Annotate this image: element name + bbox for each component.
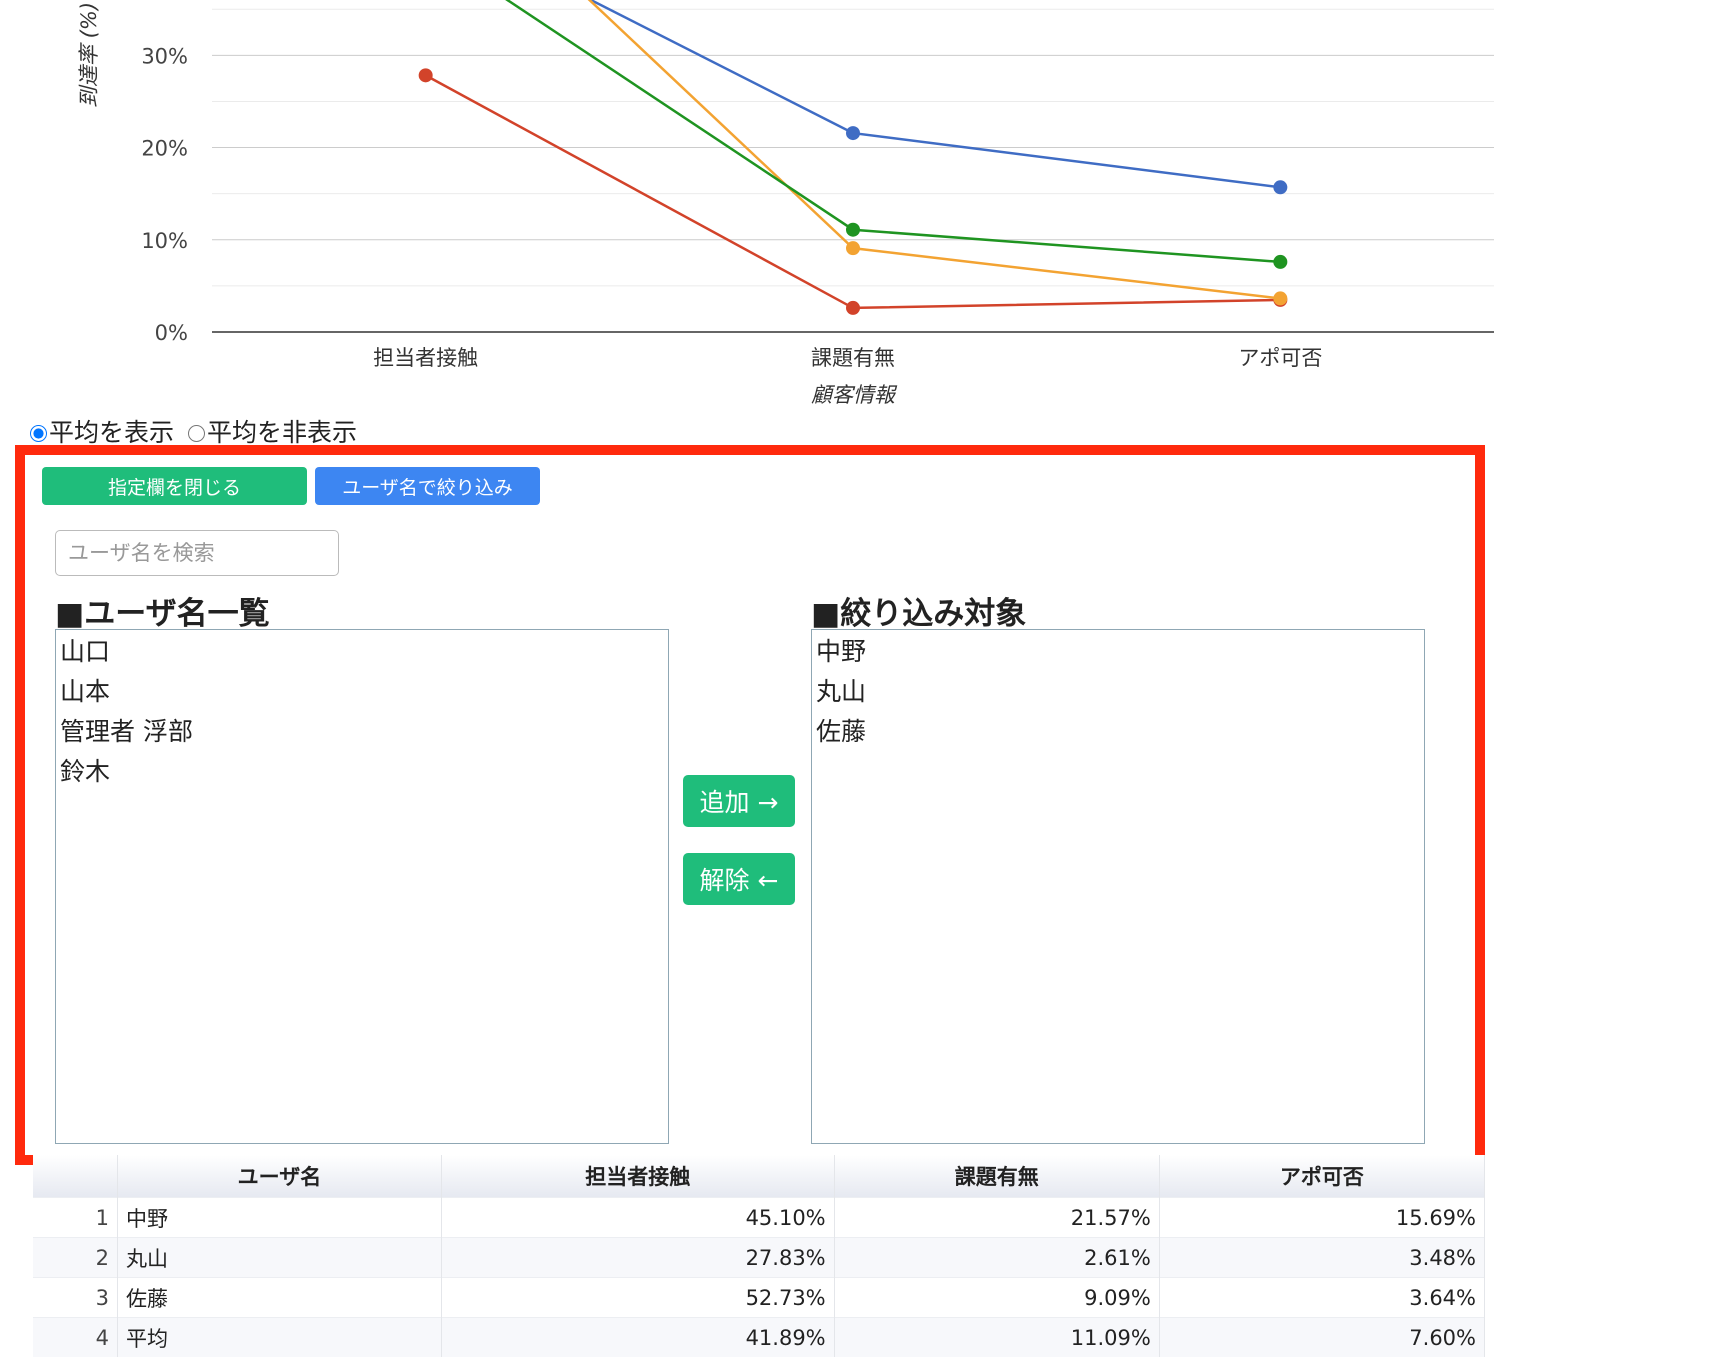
table-cell: 52.73%	[441, 1278, 834, 1318]
y-tick-label: 20%	[141, 137, 188, 161]
y-tick-label: 10%	[141, 229, 188, 253]
data-point	[846, 301, 860, 315]
table-cell: 41.89%	[441, 1318, 834, 1357]
y-tick-label: 0%	[155, 321, 188, 345]
series-line	[426, 0, 1281, 187]
user-search-input[interactable]	[55, 530, 339, 576]
list-item[interactable]: 山口	[60, 632, 664, 672]
data-point	[1273, 291, 1287, 305]
table-cell: 45.10%	[441, 1198, 834, 1238]
line-chart: 0% 10% 20% 30% 担当者接触 課題有無 アポ可否顧客情報 到達率 (%)	[0, 0, 1727, 420]
y-tick-label: 30%	[141, 44, 188, 68]
table-cell: 丸山	[118, 1238, 442, 1278]
y-axis-title: 到達率 (%)	[77, 2, 101, 108]
close-panel-button[interactable]: 指定欄を閉じる	[42, 467, 307, 505]
table-cell: 中野	[118, 1198, 442, 1238]
x-tick-label: 担当者接触	[373, 346, 478, 370]
show-average-radio[interactable]	[30, 425, 47, 442]
table-row: 4平均41.89%11.09%7.60%	[33, 1318, 1485, 1357]
column-header: アポ可否	[1159, 1155, 1484, 1198]
column-header	[33, 1155, 118, 1198]
list-item[interactable]: 管理者 浮部	[60, 712, 664, 752]
x-tick-label: アポ可否	[1238, 346, 1322, 370]
table-cell: 11.09%	[834, 1318, 1159, 1357]
filter-by-user-button[interactable]: ユーザ名で絞り込み	[315, 467, 540, 505]
table-row: 1中野45.10%21.57%15.69%	[33, 1198, 1485, 1238]
user-filter-panel: 指定欄を閉じる ユーザ名で絞り込み ■ユーザ名一覧 山口山本管理者 浮部鈴木 追…	[15, 445, 1485, 1165]
data-point	[846, 241, 860, 255]
target-list-title: ■絞り込み対象	[811, 588, 1026, 633]
table-cell: 27.83%	[441, 1238, 834, 1278]
table-cell: 3.64%	[1159, 1278, 1484, 1318]
user-list-title: ■ユーザ名一覧	[55, 588, 270, 633]
data-point	[1273, 255, 1287, 269]
data-point	[846, 223, 860, 237]
show-average-option[interactable]: 平均を表示	[30, 418, 174, 448]
series-line	[426, 75, 1281, 308]
average-toggle: 平均を表示 平均を非表示	[30, 418, 363, 449]
table-cell: 15.69%	[1159, 1198, 1484, 1238]
hide-average-label: 平均を非表示	[207, 418, 357, 448]
user-list-box[interactable]: 山口山本管理者 浮部鈴木	[55, 629, 669, 1144]
add-user-button[interactable]: 追加 →	[683, 775, 795, 827]
table-header-row: ユーザ名担当者接触課題有無アポ可否	[33, 1155, 1485, 1198]
target-list-box[interactable]: 中野丸山佐藤	[811, 629, 1425, 1144]
data-point	[419, 68, 433, 82]
x-axis-title: 顧客情報	[811, 383, 898, 407]
show-average-label: 平均を表示	[49, 418, 174, 448]
list-item[interactable]: 鈴木	[60, 752, 664, 792]
hide-average-radio[interactable]	[188, 425, 205, 442]
list-item[interactable]: 佐藤	[816, 712, 1420, 752]
list-item[interactable]: 中野	[816, 632, 1420, 672]
table-cell: 佐藤	[118, 1278, 442, 1318]
table-cell: 7.60%	[1159, 1318, 1484, 1357]
results-table: ユーザ名担当者接触課題有無アポ可否 1中野45.10%21.57%15.69%2…	[33, 1155, 1485, 1357]
column-header: ユーザ名	[118, 1155, 442, 1198]
table-cell: 9.09%	[834, 1278, 1159, 1318]
table-row: 2丸山27.83%2.61%3.48%	[33, 1238, 1485, 1278]
table-cell: 1	[33, 1198, 118, 1238]
data-point	[846, 126, 860, 140]
table-cell: 2.61%	[834, 1238, 1159, 1278]
table-cell: 3	[33, 1278, 118, 1318]
column-header: 担当者接触	[441, 1155, 834, 1198]
data-point	[1273, 180, 1287, 194]
column-header: 課題有無	[834, 1155, 1159, 1198]
remove-user-button[interactable]: 解除 ←	[683, 853, 795, 905]
list-item[interactable]: 丸山	[816, 672, 1420, 712]
table-row: 3佐藤52.73%9.09%3.64%	[33, 1278, 1485, 1318]
table-cell: 平均	[118, 1318, 442, 1357]
hide-average-option[interactable]: 平均を非表示	[188, 418, 357, 448]
table-cell: 4	[33, 1318, 118, 1357]
x-tick-label: 課題有無	[811, 346, 895, 370]
list-item[interactable]: 山本	[60, 672, 664, 712]
table-cell: 21.57%	[834, 1198, 1159, 1238]
table-cell: 2	[33, 1238, 118, 1278]
table-cell: 3.48%	[1159, 1238, 1484, 1278]
